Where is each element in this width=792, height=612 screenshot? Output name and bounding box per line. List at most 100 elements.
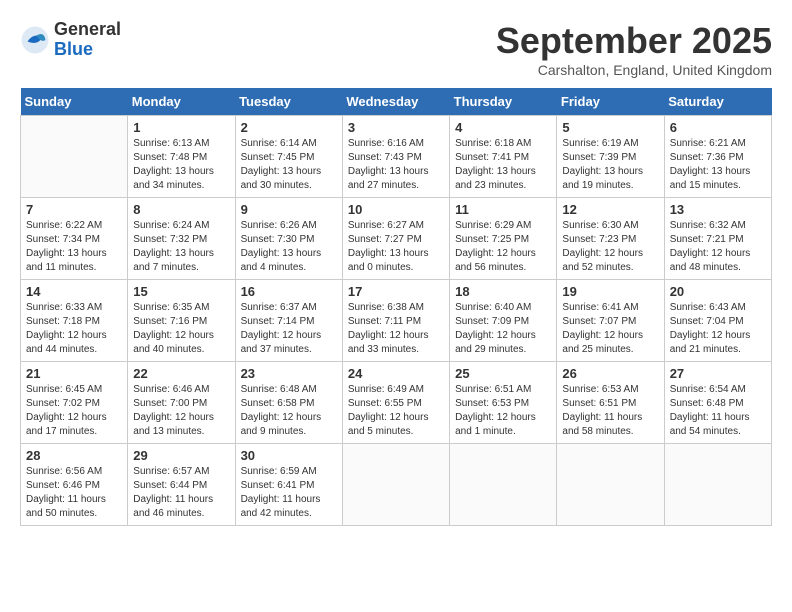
day-cell: 26 Sunrise: 6:53 AM Sunset: 6:51 PM Dayli… bbox=[557, 362, 664, 444]
day-cell: 7 Sunrise: 6:22 AM Sunset: 7:34 PM Daylig… bbox=[21, 198, 128, 280]
column-header-monday: Monday bbox=[128, 88, 235, 116]
day-info: Sunrise: 6:33 AM Sunset: 7:18 PM Dayligh… bbox=[26, 301, 122, 357]
week-row-3: 14 Sunrise: 6:33 AM Sunset: 7:18 PM Dayli… bbox=[21, 280, 772, 362]
day-cell: 9Sunrise: 6:26 AM Sunset: 7:30 PM Daylig… bbox=[235, 198, 342, 280]
day-info: Sunrise: 6:16 AM Sunset: 7:43 PM Dayligh… bbox=[348, 137, 444, 193]
day-info: Sunrise: 6:59 AM Sunset: 6:41 PM Dayligh… bbox=[241, 465, 337, 521]
day-info: Sunrise: 6:38 AM Sunset: 7:11 PM Dayligh… bbox=[348, 301, 444, 357]
day-info: Sunrise: 6:27 AM Sunset: 7:27 PM Dayligh… bbox=[348, 219, 444, 275]
day-cell: 24Sunrise: 6:49 AM Sunset: 6:55 PM Dayli… bbox=[342, 362, 449, 444]
day-number: 11 bbox=[455, 202, 551, 217]
day-info: Sunrise: 6:46 AM Sunset: 7:00 PM Dayligh… bbox=[133, 383, 229, 439]
day-info: Sunrise: 6:35 AM Sunset: 7:16 PM Dayligh… bbox=[133, 301, 229, 357]
day-number: 8 bbox=[133, 202, 229, 217]
logo-blue-text: Blue bbox=[54, 40, 121, 60]
day-number: 19 bbox=[562, 284, 658, 299]
logo-text: General Blue bbox=[54, 20, 121, 60]
column-header-friday: Friday bbox=[557, 88, 664, 116]
day-cell bbox=[342, 444, 449, 526]
page-header: General Blue September 2025 Carshalton, … bbox=[20, 20, 772, 78]
day-cell: 17 Sunrise: 6:38 AM Sunset: 7:11 PM Dayli… bbox=[342, 280, 449, 362]
day-cell: 27Sunrise: 6:54 AM Sunset: 6:48 PM Dayli… bbox=[664, 362, 771, 444]
day-cell bbox=[664, 444, 771, 526]
day-info: Sunrise: 6:14 AM Sunset: 7:45 PM Dayligh… bbox=[241, 137, 337, 193]
day-number: 26 bbox=[562, 366, 658, 381]
day-cell: 6 Sunrise: 6:21 AM Sunset: 7:36 PM Daylig… bbox=[664, 116, 771, 198]
day-info: Sunrise: 6:48 AM Sunset: 6:58 PM Dayligh… bbox=[241, 383, 337, 439]
week-row-1: 1 Sunrise: 6:13 AM Sunset: 7:48 PM Daylig… bbox=[21, 116, 772, 198]
day-cell: 20 Sunrise: 6:43 AM Sunset: 7:04 PM Dayli… bbox=[664, 280, 771, 362]
day-cell: 29 Sunrise: 6:57 AM Sunset: 6:44 PM Dayli… bbox=[128, 444, 235, 526]
day-cell: 21 Sunrise: 6:45 AM Sunset: 7:02 PM Dayli… bbox=[21, 362, 128, 444]
day-cell: 19Sunrise: 6:41 AM Sunset: 7:07 PM Dayli… bbox=[557, 280, 664, 362]
day-cell: 14 Sunrise: 6:33 AM Sunset: 7:18 PM Dayli… bbox=[21, 280, 128, 362]
day-number: 30 bbox=[241, 448, 337, 463]
header-row: SundayMondayTuesdayWednesdayThursdayFrid… bbox=[21, 88, 772, 116]
day-cell: 12Sunrise: 6:30 AM Sunset: 7:23 PM Dayli… bbox=[557, 198, 664, 280]
day-number: 13 bbox=[670, 202, 766, 217]
day-number: 5 bbox=[562, 120, 658, 135]
day-cell: 16 Sunrise: 6:37 AM Sunset: 7:14 PM Dayli… bbox=[235, 280, 342, 362]
day-cell: 2 Sunrise: 6:14 AM Sunset: 7:45 PM Daylig… bbox=[235, 116, 342, 198]
day-cell: 4Sunrise: 6:18 AM Sunset: 7:41 PM Daylig… bbox=[450, 116, 557, 198]
week-row-2: 7 Sunrise: 6:22 AM Sunset: 7:34 PM Daylig… bbox=[21, 198, 772, 280]
day-cell: 22Sunrise: 6:46 AM Sunset: 7:00 PM Dayli… bbox=[128, 362, 235, 444]
day-cell: 13 Sunrise: 6:32 AM Sunset: 7:21 PM Dayli… bbox=[664, 198, 771, 280]
day-number: 15 bbox=[133, 284, 229, 299]
column-header-sunday: Sunday bbox=[21, 88, 128, 116]
month-title: September 2025 bbox=[496, 20, 772, 62]
title-block: September 2025 Carshalton, England, Unit… bbox=[496, 20, 772, 78]
day-info: Sunrise: 6:43 AM Sunset: 7:04 PM Dayligh… bbox=[670, 301, 766, 357]
day-cell bbox=[450, 444, 557, 526]
day-info: Sunrise: 6:49 AM Sunset: 6:55 PM Dayligh… bbox=[348, 383, 444, 439]
day-number: 25 bbox=[455, 366, 551, 381]
week-row-4: 21 Sunrise: 6:45 AM Sunset: 7:02 PM Dayli… bbox=[21, 362, 772, 444]
day-info: Sunrise: 6:56 AM Sunset: 6:46 PM Dayligh… bbox=[26, 465, 122, 521]
day-info: Sunrise: 6:40 AM Sunset: 7:09 PM Dayligh… bbox=[455, 301, 551, 357]
logo-general-text: General bbox=[54, 20, 121, 40]
day-cell bbox=[21, 116, 128, 198]
day-cell bbox=[557, 444, 664, 526]
day-info: Sunrise: 6:51 AM Sunset: 6:53 PM Dayligh… bbox=[455, 383, 551, 439]
day-info: Sunrise: 6:32 AM Sunset: 7:21 PM Dayligh… bbox=[670, 219, 766, 275]
day-number: 28 bbox=[26, 448, 122, 463]
day-cell: 15 Sunrise: 6:35 AM Sunset: 7:16 PM Dayli… bbox=[128, 280, 235, 362]
day-cell: 28 Sunrise: 6:56 AM Sunset: 6:46 PM Dayli… bbox=[21, 444, 128, 526]
day-info: Sunrise: 6:53 AM Sunset: 6:51 PM Dayligh… bbox=[562, 383, 658, 439]
day-cell: 5Sunrise: 6:19 AM Sunset: 7:39 PM Daylig… bbox=[557, 116, 664, 198]
logo: General Blue bbox=[20, 20, 121, 60]
day-number: 16 bbox=[241, 284, 337, 299]
day-number: 6 bbox=[670, 120, 766, 135]
day-info: Sunrise: 6:13 AM Sunset: 7:48 PM Dayligh… bbox=[133, 137, 229, 193]
column-header-thursday: Thursday bbox=[450, 88, 557, 116]
day-info: Sunrise: 6:21 AM Sunset: 7:36 PM Dayligh… bbox=[670, 137, 766, 193]
day-number: 20 bbox=[670, 284, 766, 299]
day-number: 14 bbox=[26, 284, 122, 299]
day-number: 12 bbox=[562, 202, 658, 217]
day-info: Sunrise: 6:57 AM Sunset: 6:44 PM Dayligh… bbox=[133, 465, 229, 521]
day-cell: 1 Sunrise: 6:13 AM Sunset: 7:48 PM Daylig… bbox=[128, 116, 235, 198]
day-number: 7 bbox=[26, 202, 122, 217]
day-info: Sunrise: 6:24 AM Sunset: 7:32 PM Dayligh… bbox=[133, 219, 229, 275]
day-number: 9 bbox=[241, 202, 337, 217]
day-number: 10 bbox=[348, 202, 444, 217]
day-info: Sunrise: 6:37 AM Sunset: 7:14 PM Dayligh… bbox=[241, 301, 337, 357]
calendar-table: SundayMondayTuesdayWednesdayThursdayFrid… bbox=[20, 88, 772, 526]
day-number: 17 bbox=[348, 284, 444, 299]
column-header-wednesday: Wednesday bbox=[342, 88, 449, 116]
day-number: 21 bbox=[26, 366, 122, 381]
week-row-5: 28 Sunrise: 6:56 AM Sunset: 6:46 PM Dayli… bbox=[21, 444, 772, 526]
column-header-saturday: Saturday bbox=[664, 88, 771, 116]
day-cell: 25 Sunrise: 6:51 AM Sunset: 6:53 PM Dayli… bbox=[450, 362, 557, 444]
column-header-tuesday: Tuesday bbox=[235, 88, 342, 116]
day-number: 2 bbox=[241, 120, 337, 135]
day-number: 29 bbox=[133, 448, 229, 463]
day-number: 27 bbox=[670, 366, 766, 381]
day-number: 1 bbox=[133, 120, 229, 135]
day-number: 3 bbox=[348, 120, 444, 135]
day-cell: 10 Sunrise: 6:27 AM Sunset: 7:27 PM Dayli… bbox=[342, 198, 449, 280]
day-cell: 18Sunrise: 6:40 AM Sunset: 7:09 PM Dayli… bbox=[450, 280, 557, 362]
day-info: Sunrise: 6:22 AM Sunset: 7:34 PM Dayligh… bbox=[26, 219, 122, 275]
day-cell: 30 Sunrise: 6:59 AM Sunset: 6:41 PM Dayli… bbox=[235, 444, 342, 526]
day-info: Sunrise: 6:45 AM Sunset: 7:02 PM Dayligh… bbox=[26, 383, 122, 439]
